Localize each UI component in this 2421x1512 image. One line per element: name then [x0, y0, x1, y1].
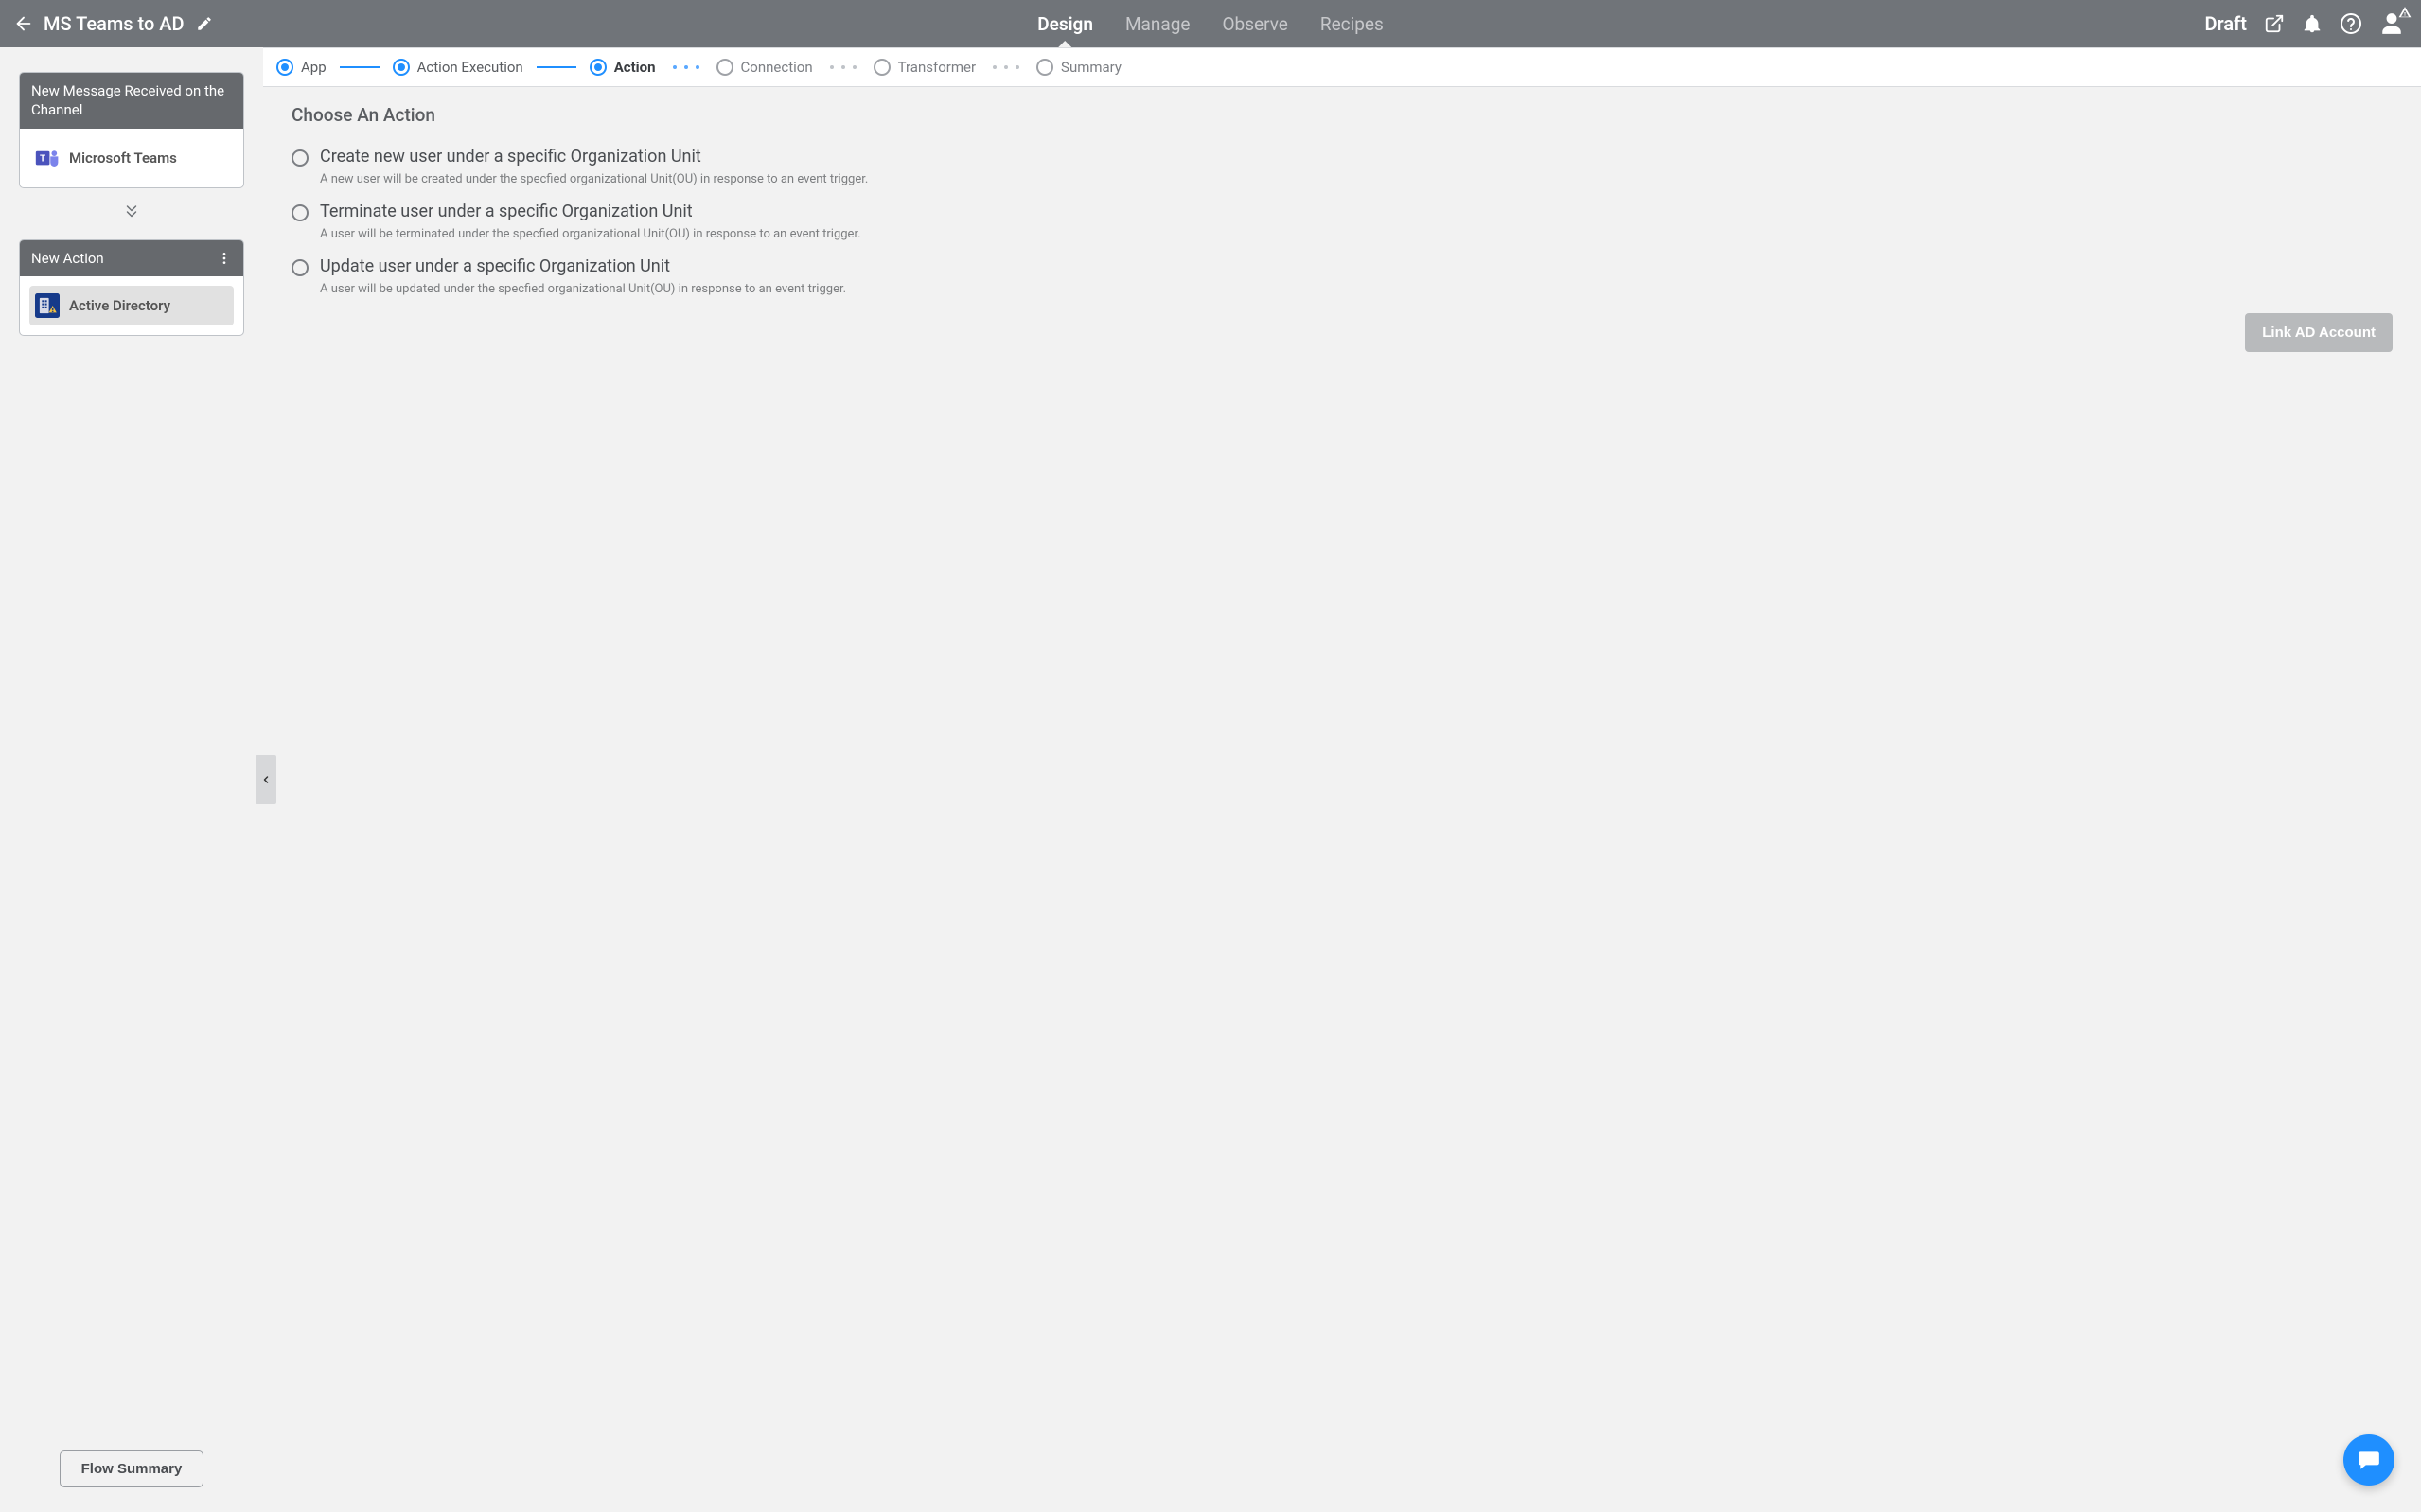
chat-fab-button[interactable] [2343, 1434, 2394, 1486]
tab-design[interactable]: Design [1037, 0, 1093, 47]
chat-icon [2357, 1448, 2381, 1472]
step-action-label: Action [614, 59, 656, 76]
step-radio-icon [1036, 59, 1053, 76]
flow-summary-button[interactable]: Flow Summary [60, 1450, 204, 1487]
option-title: Terminate user under a specific Organiza… [320, 202, 693, 221]
action-chooser: Choose An Action Create new user under a… [263, 87, 2421, 1512]
main-panel: App Action Execution Action Connection T… [263, 47, 2421, 1512]
step-radio-icon [276, 59, 293, 76]
step-action-execution[interactable]: Action Execution [393, 59, 523, 76]
action-option-terminate-user[interactable]: Terminate user under a specific Organiza… [292, 202, 2393, 221]
trigger-card-header: New Message Received on the Channel [20, 73, 243, 129]
action-card[interactable]: New Action Active Directory [19, 239, 244, 336]
link-ad-account-button[interactable]: Link AD Account [2245, 313, 2393, 352]
action-card-title: New Action [31, 249, 104, 268]
option-desc: A user will be terminated under the spec… [320, 227, 2393, 241]
open-external-icon[interactable] [2264, 13, 2285, 34]
action-option-create-user[interactable]: Create new user under a specific Organiz… [292, 147, 2393, 167]
tab-observe[interactable]: Observe [1222, 0, 1287, 47]
user-alert-badge-icon [2398, 6, 2412, 19]
flow-connector-icon [19, 202, 244, 226]
flow-sidebar: New Message Received on the Channel T Mi… [0, 47, 263, 1512]
action-app-label: Active Directory [69, 297, 170, 314]
radio-icon [292, 149, 309, 167]
step-dots [673, 65, 699, 69]
option-desc: A new user will be created under the spe… [320, 172, 2393, 186]
user-avatar-icon[interactable] [2379, 11, 2404, 36]
tab-manage[interactable]: Manage [1125, 0, 1191, 47]
step-action-execution-label: Action Execution [417, 59, 523, 76]
step-connection-label: Connection [741, 59, 813, 76]
step-dots [830, 65, 857, 69]
step-app[interactable]: App [276, 59, 327, 76]
ms-teams-icon: T [35, 146, 60, 170]
action-option-update-user[interactable]: Update user under a specific Organizatio… [292, 256, 2393, 276]
tab-recipes-label: Recipes [1320, 13, 1384, 35]
back-arrow-icon[interactable] [13, 13, 34, 34]
step-bar: App Action Execution Action Connection T… [263, 47, 2421, 87]
action-card-header: New Action [20, 240, 243, 276]
status-label: Draft [2205, 12, 2247, 35]
tab-design-label: Design [1037, 13, 1093, 35]
step-connector [537, 66, 576, 68]
tab-manage-label: Manage [1125, 13, 1191, 35]
action-app-row[interactable]: Active Directory [29, 286, 234, 325]
step-radio-icon [590, 59, 607, 76]
header-left: MS Teams to AD [13, 12, 278, 35]
trigger-app-row[interactable]: T Microsoft Teams [29, 138, 234, 178]
header-tabs: Design Manage Observe Recipes [1037, 0, 1384, 47]
notifications-icon[interactable] [2302, 13, 2323, 34]
card-menu-icon[interactable] [217, 251, 232, 266]
step-radio-icon [874, 59, 891, 76]
page-title: MS Teams to AD [44, 12, 185, 35]
option-title: Create new user under a specific Organiz… [320, 147, 701, 167]
collapse-sidebar-button[interactable] [256, 755, 276, 804]
tab-observe-label: Observe [1222, 13, 1287, 35]
panel-title: Choose An Action [292, 104, 2393, 126]
step-connection[interactable]: Connection [716, 59, 813, 76]
step-transformer-label: Transformer [898, 59, 976, 76]
step-summary[interactable]: Summary [1036, 59, 1122, 76]
edit-title-icon[interactable] [196, 15, 213, 32]
step-summary-label: Summary [1061, 59, 1122, 76]
app-header: MS Teams to AD Design Manage Observe Rec… [0, 0, 2421, 47]
help-icon[interactable] [2340, 12, 2362, 35]
active-directory-icon [35, 293, 60, 318]
tab-recipes[interactable]: Recipes [1320, 0, 1384, 47]
step-action[interactable]: Action [590, 59, 656, 76]
option-desc: A user will be updated under the specfie… [320, 282, 2393, 296]
step-transformer[interactable]: Transformer [874, 59, 976, 76]
header-right: Draft [2205, 11, 2404, 36]
step-connector [340, 66, 380, 68]
trigger-card-title: New Message Received on the Channel [31, 81, 232, 120]
trigger-app-label: Microsoft Teams [69, 149, 177, 167]
radio-icon [292, 204, 309, 221]
step-radio-icon [393, 59, 410, 76]
step-app-label: App [301, 59, 327, 76]
trigger-card[interactable]: New Message Received on the Channel T Mi… [19, 72, 244, 188]
step-radio-icon [716, 59, 733, 76]
step-dots [993, 65, 1019, 69]
svg-text:T: T [40, 153, 45, 164]
option-title: Update user under a specific Organizatio… [320, 256, 670, 276]
radio-icon [292, 259, 309, 276]
